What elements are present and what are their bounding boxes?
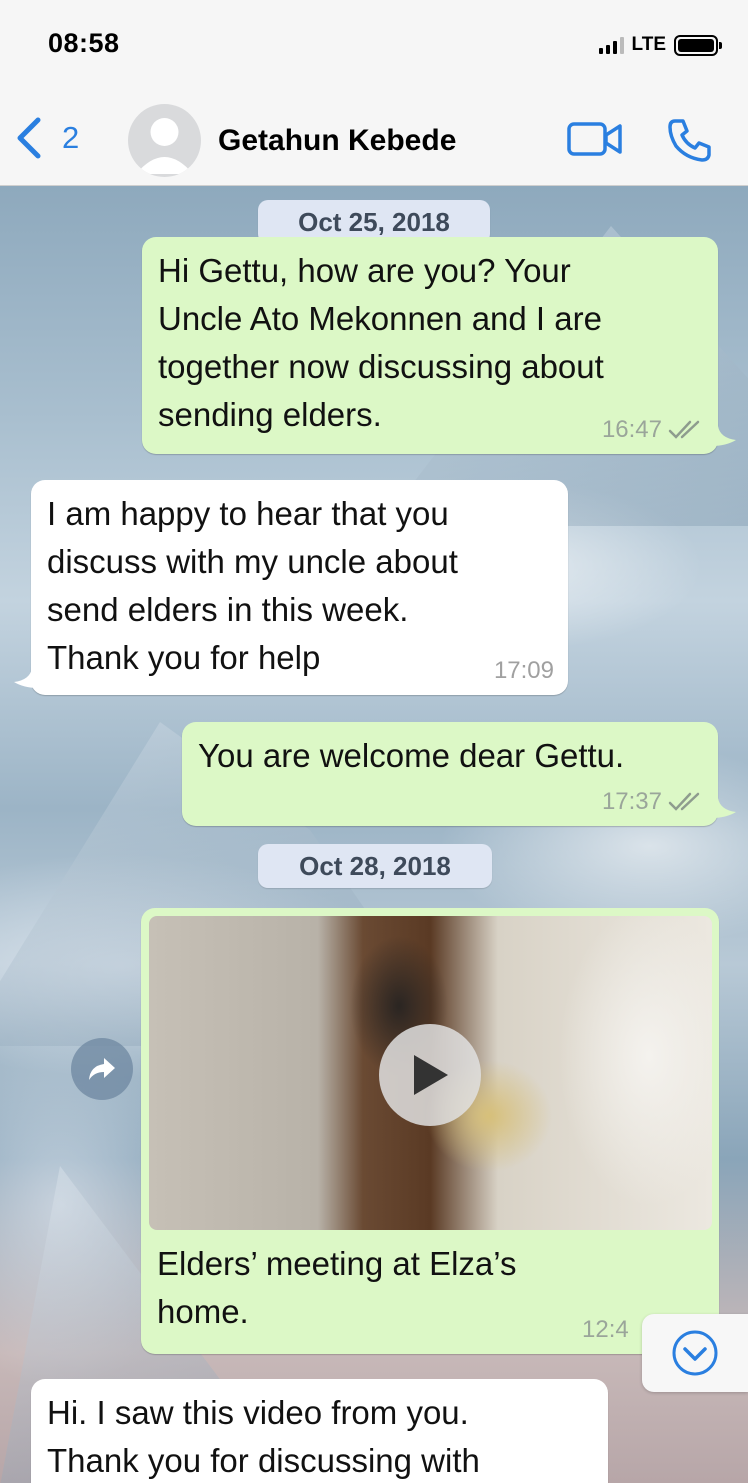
message-time: 16:47 [601,416,662,443]
share-arrow-icon [89,1058,115,1080]
status-indicators: LTE [598,33,722,57]
message-time: 12:4 [582,1316,629,1343]
message-list[interactable]: Oct 25, 2018 Hi Gettu, how are you? Your… [0,186,748,1483]
date-separator: Oct 28, 2018 [258,844,492,888]
phone-icon [668,119,711,162]
message-meta: 17:09 [494,657,554,685]
outgoing-video-message[interactable]: Elders’ meeting at Elza’s home. 12:4 [141,908,719,1354]
voice-call-button[interactable] [666,116,714,169]
message-time: 17:09 [493,657,554,684]
outgoing-message[interactable]: You are welcome dear Gettu. 17:37 [182,722,718,826]
person-icon [136,118,193,174]
bubble-tail [712,798,736,818]
bubble-tail [712,426,736,446]
contact-name[interactable]: Getahun Kebede [218,124,456,158]
message-text: You are welcome dear Gettu. [198,737,625,774]
bubble-tail [14,668,38,688]
unread-count: 2 [62,120,80,155]
double-check-icon [668,420,700,439]
video-thumbnail[interactable] [149,916,712,1230]
network-type: LTE [631,34,666,55]
chat-header: 2 Getahun Kebede [0,90,748,186]
message-text: Hi. I saw this video from you. Thank you… [47,1394,480,1479]
battery-icon [674,34,722,56]
status-time: 08:58 [48,28,120,58]
incoming-message[interactable]: Hi. I saw this video from you. Thank you… [31,1379,608,1483]
signal-icon [598,36,624,54]
message-text: I am happy to hear that you discuss with… [47,495,458,676]
incoming-message[interactable]: I am happy to hear that you discuss with… [31,480,568,695]
forward-button[interactable] [71,1038,133,1100]
video-call-button[interactable] [566,120,624,163]
message-meta: 17:37 [602,788,704,816]
chevron-left-icon [17,117,41,159]
scroll-to-bottom-button[interactable] [642,1314,748,1392]
message-time: 17:37 [601,788,662,815]
play-button[interactable] [379,1024,481,1126]
video-camera-icon [567,122,622,156]
video-caption: Elders’ meeting at Elza’s home. [157,1245,517,1330]
play-icon [414,1055,448,1095]
back-button[interactable]: 2 [14,114,79,162]
message-meta: 12:4 [582,1316,629,1344]
message-text: Hi Gettu, how are you? Your Uncle Ato Me… [158,252,604,433]
avatar[interactable] [128,104,201,177]
double-check-icon [668,792,700,811]
chevron-down-circle-icon [672,1330,718,1376]
status-bar: 08:58 LTE [0,0,748,90]
message-meta: 16:47 [602,416,704,444]
outgoing-message[interactable]: Hi Gettu, how are you? Your Uncle Ato Me… [142,237,718,454]
